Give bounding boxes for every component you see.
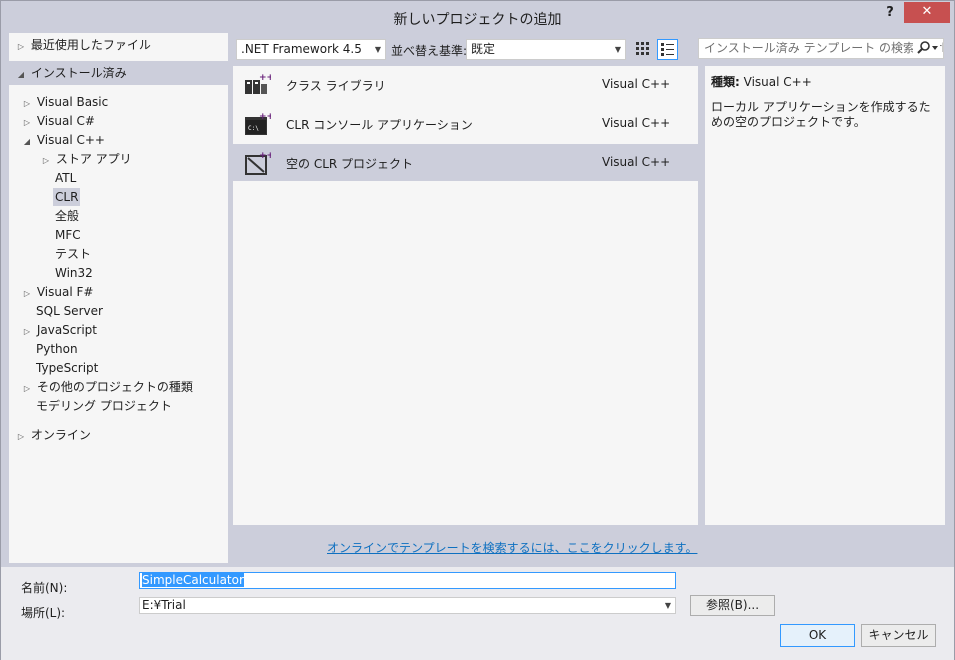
template-detail-panel: 種類: Visual C++ ローカル アプリケーションを作成するための空のプロ… <box>705 66 945 525</box>
chevron-down-icon: ▼ <box>664 601 671 610</box>
sort-select[interactable]: 既定 ▼ <box>466 39 626 60</box>
template-name: CLR コンソール アプリケーション <box>286 118 473 132</box>
browse-button[interactable]: 参照(B)... <box>690 595 775 616</box>
svg-text:++: ++ <box>259 73 271 83</box>
add-project-dialog: 新しいプロジェクトの追加 ? ✕ ▷ 最近使用したファイル ◢ インストール済み… <box>0 0 955 660</box>
detail-type: 種類: Visual C++ <box>711 73 939 90</box>
svg-text:++: ++ <box>259 151 271 161</box>
template-row-class-library[interactable]: ++ クラス ライブラリ Visual C++ <box>233 66 698 103</box>
tree-item-label: ストア アプリ <box>55 152 132 166</box>
template-language: Visual C++ <box>602 116 671 130</box>
svg-text:C:\: C:\ <box>248 125 259 132</box>
tree-item-sql-server[interactable]: SQL Server <box>36 302 103 320</box>
cancel-button[interactable]: キャンセル <box>861 624 936 647</box>
tree-item-test[interactable]: テスト <box>55 245 91 263</box>
expand-triangle-icon[interactable]: ▷ <box>21 380 33 398</box>
tree-item-visual-csharp[interactable]: ▷ Visual C# <box>21 112 95 130</box>
name-label: 名前(N): <box>21 581 68 595</box>
tree-item-general[interactable]: 全般 <box>55 207 79 225</box>
tree-item-modeling[interactable]: モデリング プロジェクト <box>36 397 172 415</box>
framework-value: .NET Framework 4.5 <box>241 42 362 56</box>
framework-select[interactable]: .NET Framework 4.5 ▼ <box>236 39 386 60</box>
template-name: 空の CLR プロジェクト <box>286 157 414 171</box>
expand-triangle-icon[interactable]: ▷ <box>21 95 33 113</box>
tree-item-atl[interactable]: ATL <box>55 169 76 187</box>
detail-description: ローカル アプリケーションを作成するための空のプロジェクトです。 <box>711 100 931 129</box>
project-name-value: SimpleCalculator <box>142 573 244 587</box>
tree-item-label: オンライン <box>30 428 91 442</box>
tree-item-label: Visual C# <box>36 114 95 128</box>
search-input[interactable]: インストール済み テンプレート の検索 (Ctrl+E) <box>698 38 944 59</box>
detail-type-label: 種類: <box>711 75 740 89</box>
location-label: 場所(L): <box>21 606 66 620</box>
expand-triangle-icon[interactable]: ▷ <box>21 114 33 132</box>
expand-triangle-icon[interactable]: ▷ <box>21 285 33 303</box>
search-placeholder: インストール済み テンプレート の検索 (Ctrl+E) <box>704 41 944 55</box>
help-button[interactable]: ? <box>879 3 901 25</box>
search-icon[interactable] <box>913 40 940 58</box>
close-button[interactable]: ✕ <box>904 2 950 23</box>
class-library-icon: ++ <box>245 73 271 94</box>
list-view-button[interactable] <box>657 39 678 60</box>
tree-item-label: インストール済み <box>30 66 127 80</box>
project-name-input[interactable]: SimpleCalculator <box>139 572 676 589</box>
svg-text:++: ++ <box>259 112 271 122</box>
grid-view-icon <box>636 42 649 55</box>
tree-item-win32[interactable]: Win32 <box>55 264 93 282</box>
tree-item-online[interactable]: ▷ オンライン <box>15 426 91 444</box>
empty-project-icon: ++ <box>245 151 271 175</box>
sort-value: 既定 <box>471 42 496 56</box>
tree-item-clr[interactable]: CLR <box>53 188 81 206</box>
sort-label: 並べ替え基準: <box>391 44 468 58</box>
console-app-icon: C:\ ++ <box>245 112 271 135</box>
tree-item-store-apps[interactable]: ▷ ストア アプリ <box>40 150 132 168</box>
tree-item-label: 最近使用したファイル <box>30 38 151 52</box>
grid-view-button[interactable] <box>633 39 653 59</box>
expand-triangle-icon[interactable]: ▷ <box>15 428 27 446</box>
tree-item-recent[interactable]: ▷ 最近使用したファイル <box>15 36 151 54</box>
tree-item-label: Visual F# <box>36 285 94 299</box>
tree-item-visual-cpp[interactable]: ◢ Visual C++ <box>21 131 105 149</box>
tree-item-typescript[interactable]: TypeScript <box>36 359 98 377</box>
template-language: Visual C++ <box>602 77 671 91</box>
chevron-down-icon: ▼ <box>614 45 621 54</box>
tree-item-label: JavaScript <box>36 323 97 337</box>
template-name: クラス ライブラリ <box>286 79 386 93</box>
title-bar: 新しいプロジェクトの追加 ? ✕ <box>1 1 954 32</box>
tree-item-label: Visual Basic <box>36 95 109 109</box>
list-view-icon <box>661 43 674 56</box>
online-templates-link[interactable]: オンラインでテンプレートを検索するには、ここをクリックします。 <box>327 539 697 556</box>
expand-triangle-icon[interactable]: ▷ <box>15 38 27 56</box>
template-list: ++ クラス ライブラリ Visual C++ C:\ ++ CLR コンソール… <box>233 66 698 525</box>
template-row-clr-console[interactable]: C:\ ++ CLR コンソール アプリケーション Visual C++ <box>233 105 698 142</box>
tree-item-mfc[interactable]: MFC <box>55 226 81 244</box>
dialog-title: 新しいプロジェクトの追加 <box>393 12 562 28</box>
tree-item-label: Visual C++ <box>36 133 105 147</box>
template-row-empty-clr[interactable]: ++ 空の CLR プロジェクト Visual C++ <box>233 144 698 181</box>
location-value: E:¥Trial <box>142 598 186 612</box>
tree-item-installed[interactable]: ◢ インストール済み <box>9 61 228 85</box>
collapse-triangle-icon[interactable]: ◢ <box>21 133 33 151</box>
tree-item-other-types[interactable]: ▷ その他のプロジェクトの種類 <box>21 378 193 396</box>
chevron-down-icon: ▼ <box>374 45 381 54</box>
tree-item-visual-basic[interactable]: ▷ Visual Basic <box>21 93 108 111</box>
detail-type-value: Visual C++ <box>743 75 812 89</box>
collapse-triangle-icon[interactable]: ◢ <box>15 63 27 87</box>
template-language: Visual C++ <box>602 155 671 169</box>
tree-item-javascript[interactable]: ▷ JavaScript <box>21 321 97 339</box>
tree-item-label: その他のプロジェクトの種類 <box>36 380 193 394</box>
tree-item-visual-fsharp[interactable]: ▷ Visual F# <box>21 283 94 303</box>
expand-triangle-icon[interactable]: ▷ <box>21 323 33 341</box>
category-tree: ▷ 最近使用したファイル ◢ インストール済み ▷ Visual Basic ▷… <box>9 33 228 563</box>
location-select[interactable]: E:¥Trial ▼ <box>139 597 676 614</box>
ok-button[interactable]: OK <box>780 624 855 647</box>
expand-triangle-icon[interactable]: ▷ <box>40 152 52 170</box>
tree-item-python[interactable]: Python <box>36 340 78 358</box>
